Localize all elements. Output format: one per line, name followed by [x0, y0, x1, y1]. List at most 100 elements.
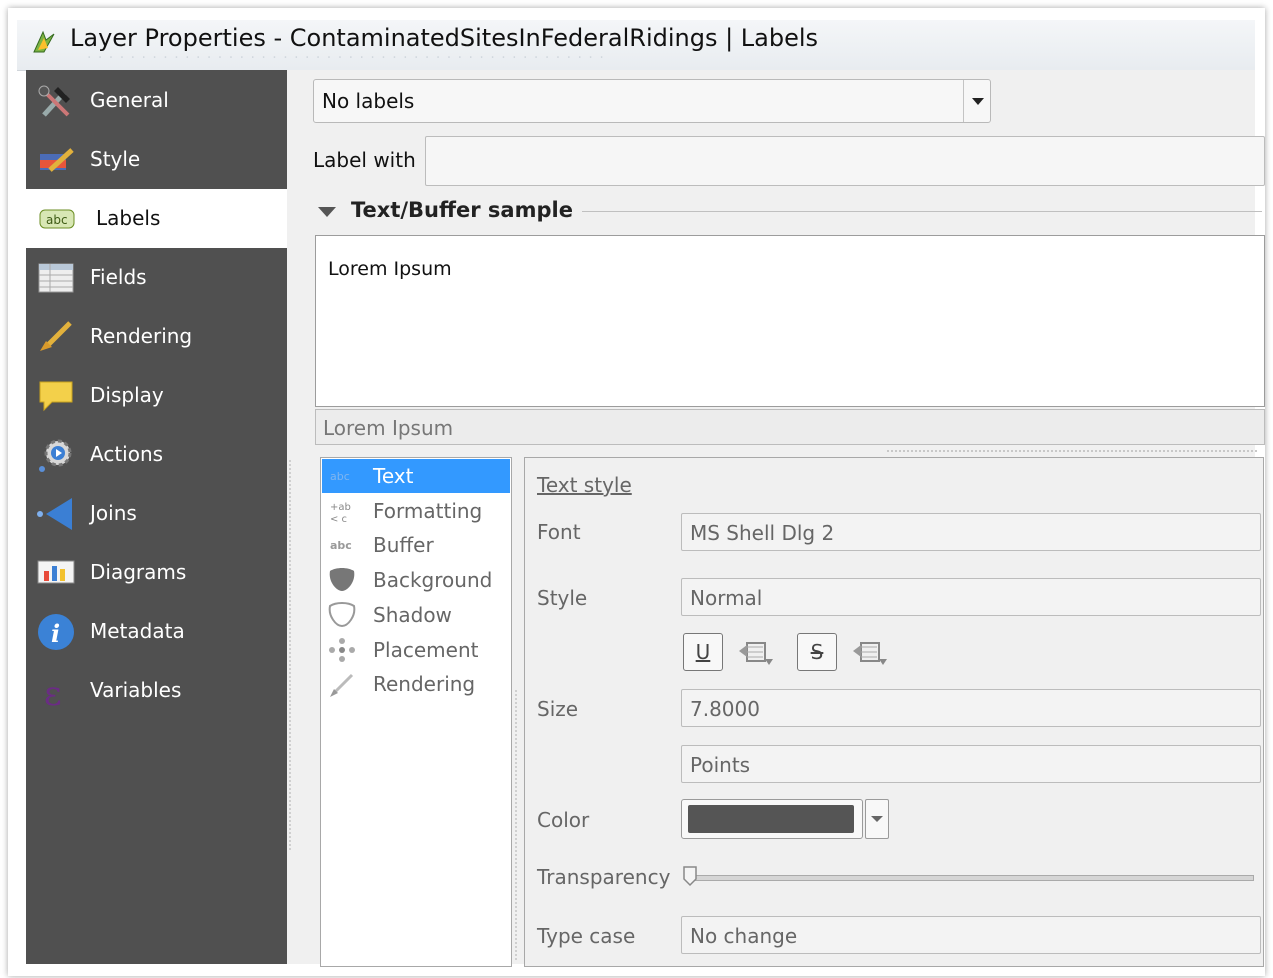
color-dropdown-button[interactable]: [865, 799, 889, 839]
gear-play-icon: [39, 439, 72, 472]
label-mode-value: No labels: [322, 89, 415, 113]
sidebar-item-general[interactable]: General: [26, 71, 287, 130]
sidebar-item-metadata[interactable]: i Metadata: [26, 602, 287, 661]
rendering-brush-icon: [330, 673, 354, 697]
shadow-icon: [328, 602, 356, 628]
strikethrough-button[interactable]: S: [797, 633, 837, 671]
subnav-item-label: Placement: [373, 638, 479, 662]
underline-button[interactable]: U: [683, 633, 723, 671]
svg-text:ε: ε: [44, 674, 62, 711]
font-label: Font: [537, 520, 581, 544]
sidebar-item-label: Display: [90, 383, 164, 407]
sidebar-item-fields[interactable]: Fields: [26, 248, 287, 307]
sidebar-item-label: Labels: [96, 206, 161, 230]
splitter-handle[interactable]: [887, 450, 1257, 455]
sidebar-item-joins[interactable]: Joins: [26, 484, 287, 543]
sidebar-item-actions[interactable]: Actions: [26, 425, 287, 484]
svg-text:abc: abc: [46, 213, 68, 227]
underline-color-icon[interactable]: [737, 637, 779, 669]
subnav-item-placement[interactable]: Placement: [322, 633, 510, 667]
sidebar-item-label: Fields: [90, 265, 147, 289]
subnav-item-label: Buffer: [373, 533, 434, 557]
placement-icon: [329, 638, 355, 662]
text-sample-preview: Lorem Ipsum: [315, 235, 1265, 407]
abc-text-icon: abc: [330, 470, 350, 483]
join-arrow-icon: [37, 498, 72, 530]
type-case-select[interactable]: No change: [681, 916, 1261, 954]
labels-page: No labels Label with Text/Buffer sample …: [287, 70, 1265, 967]
font-value: MS Shell Dlg 2: [690, 521, 835, 545]
qgis-logo-icon: [33, 30, 55, 53]
sidebar-item-style[interactable]: Style: [26, 130, 287, 189]
formatting-icon: +ab < c: [330, 502, 351, 524]
label-with-field[interactable]: [425, 136, 1265, 186]
sidebar-item-variables[interactable]: ε Variables: [26, 661, 287, 720]
background-menu-ghost: · · · · · · · · · · · · · · · · · · · · …: [87, 50, 605, 66]
sidebar-item-label: Actions: [90, 442, 164, 466]
color-button[interactable]: [681, 799, 863, 839]
sidebar-item-label: Joins: [90, 501, 137, 525]
subnav-item-label: Background: [373, 568, 493, 592]
subnav-item-label: Rendering: [373, 672, 476, 696]
svg-text:i: i: [51, 619, 60, 648]
subnav-item-label: Text: [373, 464, 414, 488]
size-unit-value: Points: [690, 753, 751, 777]
sidebar-item-label: Diagrams: [90, 560, 187, 584]
color-label: Color: [537, 808, 590, 832]
sidebar-item-rendering[interactable]: Rendering: [26, 307, 287, 366]
subnav-item-label: Formatting: [373, 499, 483, 523]
subnav-item-rendering[interactable]: Rendering: [322, 667, 510, 701]
subnav-item-background[interactable]: Background: [322, 563, 510, 597]
paint-brush-icon: [40, 148, 74, 172]
table-icon: [38, 263, 74, 293]
svg-text:abc: abc: [330, 539, 352, 552]
style-select[interactable]: Normal: [681, 578, 1261, 616]
sidebar: General Style abc Labels Fields Renderin…: [26, 70, 287, 964]
section-title: Text/Buffer sample: [351, 198, 573, 222]
text-style-heading: Text style: [537, 473, 632, 497]
background-shape-icon: [329, 568, 355, 591]
subnav-item-label: Shadow: [373, 603, 452, 627]
sidebar-item-label: General: [90, 88, 169, 112]
speech-bubble-icon: [39, 381, 73, 412]
underline-glyph: U: [695, 640, 711, 664]
label-mode-select[interactable]: No labels: [313, 79, 991, 123]
sample-input-value: Lorem Ipsum: [323, 416, 454, 440]
abc-label-icon: abc: [39, 209, 75, 229]
info-icon: i: [38, 614, 74, 650]
sidebar-item-label: Metadata: [90, 619, 185, 643]
window-title: Layer Properties - ContaminatedSitesInFe…: [70, 24, 819, 52]
section-divider: [582, 211, 1262, 212]
panel-splitter[interactable]: [515, 690, 520, 960]
left-splitter[interactable]: [289, 460, 294, 850]
subnav-item-buffer[interactable]: abc Buffer: [322, 528, 510, 562]
abc-buffer-icon: abc: [330, 539, 352, 552]
brush-icon: [40, 321, 72, 351]
sample-text-input[interactable]: Lorem Ipsum: [315, 409, 1265, 445]
sidebar-item-labels[interactable]: abc Labels: [26, 189, 287, 248]
style-label: Style: [537, 586, 588, 610]
subnav-item-text[interactable]: abc Text: [322, 459, 510, 493]
sidebar-item-label: Variables: [90, 678, 182, 702]
size-unit-select[interactable]: Points: [681, 745, 1261, 783]
strike-glyph: S: [810, 640, 824, 664]
size-value: 7.8000: [690, 697, 760, 721]
epsilon-icon: ε: [44, 674, 62, 711]
label-settings-nav: abc Text +ab < c Formatting abc Buffer B…: [320, 457, 512, 967]
chevron-down-icon: [963, 80, 990, 122]
transparency-label: Transparency: [537, 865, 671, 889]
subnav-item-formatting[interactable]: +ab < c Formatting: [322, 494, 510, 528]
sidebar-item-display[interactable]: Display: [26, 366, 287, 425]
font-select[interactable]: MS Shell Dlg 2: [681, 513, 1261, 551]
transparency-slider[interactable]: [692, 875, 1254, 881]
style-value: Normal: [690, 586, 763, 610]
subnav-item-shadow[interactable]: Shadow: [322, 598, 510, 632]
slider-handle-icon[interactable]: [682, 865, 698, 887]
collapse-triangle-icon[interactable]: [318, 207, 336, 217]
sidebar-item-label: Rendering: [90, 324, 193, 348]
sidebar-item-label: Style: [90, 147, 141, 171]
color-swatch: [688, 805, 854, 833]
size-input[interactable]: 7.8000: [681, 689, 1261, 727]
sidebar-item-diagrams[interactable]: Diagrams: [26, 543, 287, 602]
strikethrough-color-icon[interactable]: [851, 637, 893, 669]
